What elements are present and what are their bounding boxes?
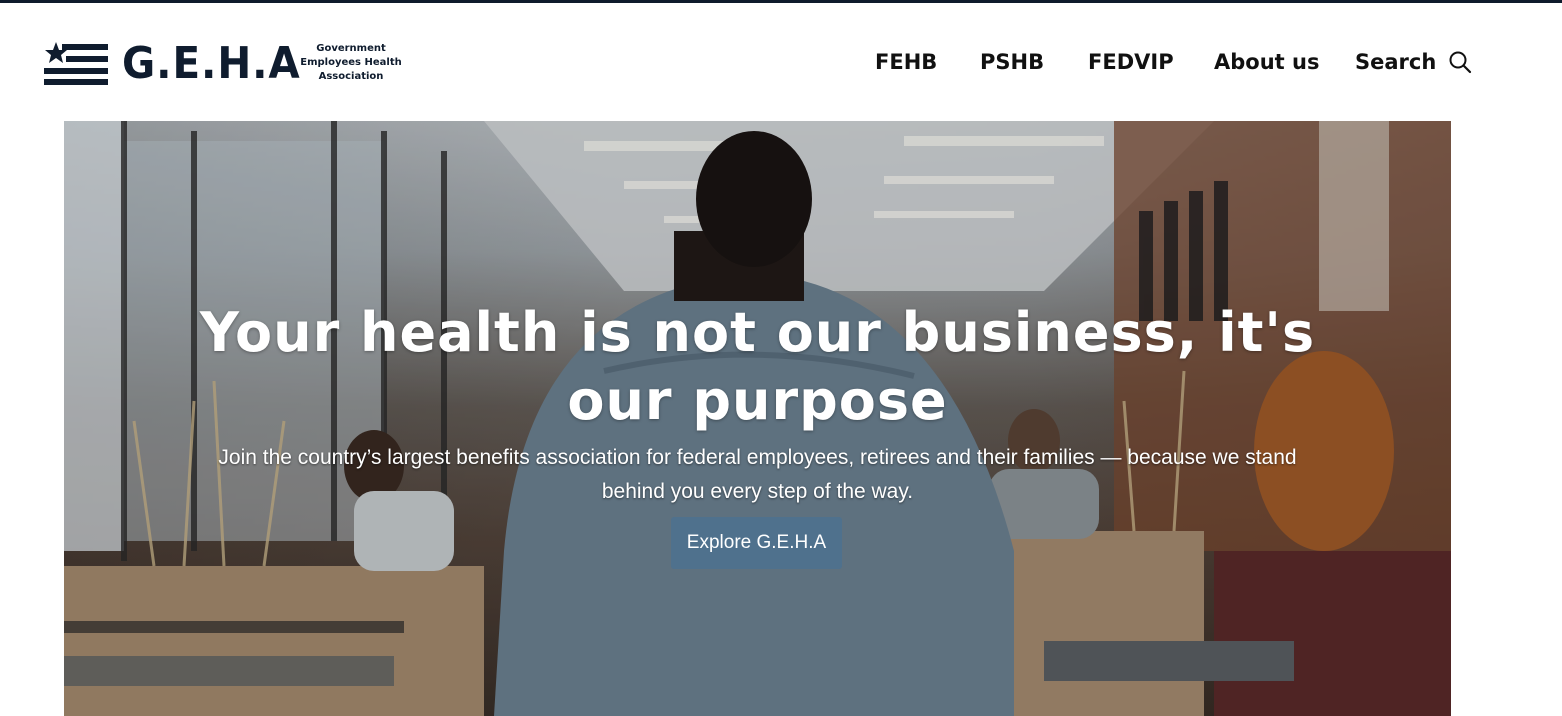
logo-wordmark: G.E.H.A: [122, 38, 301, 89]
explore-geha-button[interactable]: Explore G.E.H.A: [671, 517, 842, 569]
logo-tagline-line-1: Government: [316, 43, 386, 54]
hero-headline-line-1: Your health is not our business, it's: [199, 301, 1316, 364]
hero-headline-line-2: our purpose: [567, 369, 948, 432]
logo-tagline-line-2: Employees Health: [300, 57, 402, 68]
hero-subtitle: Join the country’s largest benefits asso…: [218, 446, 1297, 503]
flag-star-logo-icon: [44, 42, 108, 85]
nav-item-fedvip[interactable]: FEDVIP: [1088, 47, 1174, 77]
geha-logo-link[interactable]: G.E.H.A Government Employees Health Asso…: [44, 38, 402, 89]
nav-item-about-us[interactable]: About us: [1214, 47, 1319, 77]
site-header: G.E.H.A Government Employees Health Asso…: [0, 3, 1562, 121]
logo-tagline: Government Employees Health Association: [296, 42, 406, 84]
nav-item-fehb[interactable]: FEHB: [875, 47, 937, 77]
search-label: Search: [1355, 50, 1437, 74]
search-icon: [1449, 51, 1472, 74]
hero-banner: Your health is not our business, it's ou…: [64, 121, 1451, 716]
nav-search-button[interactable]: Search: [1355, 47, 1472, 77]
logo-tagline-line-3: Association: [318, 71, 384, 82]
nav-item-pshb[interactable]: PSHB: [980, 47, 1044, 77]
hero-headline: Your health is not our business, it's ou…: [164, 299, 1351, 435]
